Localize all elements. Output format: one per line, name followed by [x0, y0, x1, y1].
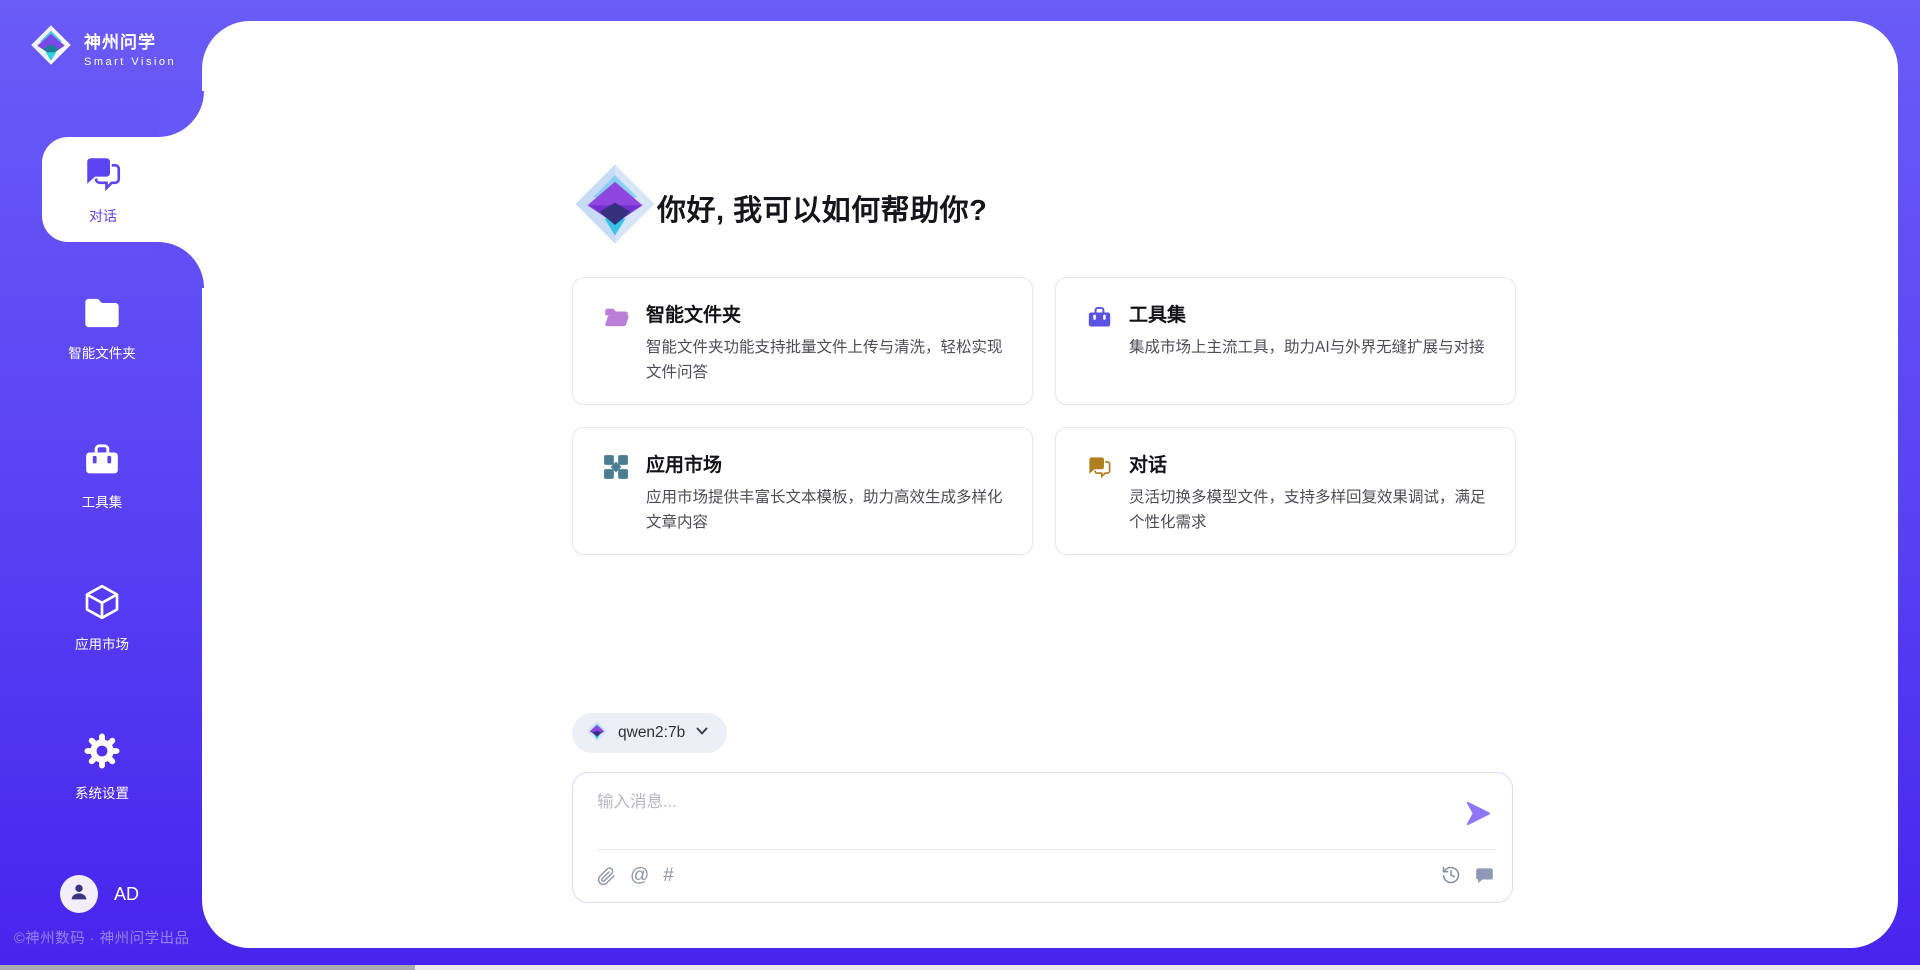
- grid-cube-icon: [603, 454, 629, 485]
- card-title: 工具集: [1129, 300, 1495, 327]
- card-app-market[interactable]: 应用市场 应用市场提供丰富长文本模板，助力高效生成多样化文章内容: [572, 427, 1033, 555]
- card-smart-folder[interactable]: 智能文件夹 智能文件夹功能支持批量文件上传与清洗，轻松实现文件问答: [572, 277, 1033, 405]
- gear-icon: [82, 731, 122, 774]
- card-title: 应用市场: [646, 450, 1012, 477]
- tab-fillet-top: [158, 91, 204, 137]
- sidebar-footer: ©神州数码 · 神州问学出品: [14, 927, 204, 948]
- mention-icon[interactable]: @: [630, 865, 649, 887]
- hashtag-icon[interactable]: #: [663, 865, 674, 887]
- feedback-bubble-icon[interactable]: [1475, 866, 1494, 885]
- card-desc: 灵活切换多模型文件，支持多样回复效果调试，满足个性化需求: [1129, 485, 1495, 535]
- tab-fillet-bottom: [158, 242, 204, 288]
- diamond-logo-icon: [586, 720, 608, 747]
- sidebar-item-label: 对话: [89, 206, 117, 226]
- model-selector[interactable]: qwen2:7b: [572, 713, 727, 753]
- cube-icon: [82, 582, 122, 625]
- sidebar-item-app-market[interactable]: 应用市场: [0, 582, 204, 653]
- composer-divider: [597, 849, 1496, 850]
- sidebar-item-chat[interactable]: 对话: [42, 137, 204, 242]
- message-input[interactable]: [573, 773, 1433, 839]
- sidebar-item-toolset[interactable]: 工具集: [0, 440, 204, 511]
- avatar[interactable]: [60, 875, 98, 913]
- card-chat[interactable]: 对话 灵活切换多模型文件，支持多样回复效果调试，满足个性化需求: [1055, 427, 1516, 555]
- paperclip-icon[interactable]: [597, 867, 616, 886]
- toolbox-icon: [82, 440, 122, 483]
- diamond-logo-icon: [30, 24, 72, 71]
- sidebar-item-settings[interactable]: 系统设置: [0, 731, 204, 802]
- person-icon: [68, 881, 90, 908]
- sidebar-item-label: 工具集: [82, 491, 123, 511]
- card-desc: 集成市场上主流工具，助力AI与外界无缝扩展与对接: [1129, 335, 1495, 360]
- sidebar-item-smart-folder[interactable]: 智能文件夹: [0, 295, 204, 362]
- chevron-down-icon: [695, 724, 709, 743]
- user-profile[interactable]: AD: [60, 875, 139, 913]
- sidebar-item-label: 智能文件夹: [68, 342, 136, 362]
- diamond-logo-icon: [573, 162, 657, 251]
- app-logo: 神州问学 Smart Vision: [30, 24, 176, 71]
- folder-icon: [82, 295, 122, 334]
- history-icon[interactable]: [1441, 865, 1461, 885]
- chat-bubbles-icon: [82, 153, 124, 200]
- folder-open-icon: [603, 304, 630, 334]
- card-toolset[interactable]: 工具集 集成市场上主流工具，助力AI与外界无缝扩展与对接: [1055, 277, 1516, 405]
- card-title: 智能文件夹: [646, 300, 1012, 327]
- greeting-title: 你好, 我可以如何帮助你?: [657, 187, 987, 229]
- chat-bubbles-icon: [1086, 454, 1113, 486]
- scrollbar-thumb[interactable]: [0, 965, 415, 970]
- app-title: 神州问学: [84, 28, 176, 53]
- message-composer: @ #: [572, 772, 1513, 903]
- card-title: 对话: [1129, 450, 1495, 477]
- briefcase-icon: [1086, 304, 1113, 336]
- app-subtitle: Smart Vision: [84, 56, 176, 68]
- send-arrow-icon[interactable]: [1465, 800, 1492, 832]
- user-name: AD: [114, 884, 139, 905]
- model-name: qwen2:7b: [618, 724, 685, 742]
- sidebar-item-label: 系统设置: [75, 782, 129, 802]
- card-desc: 应用市场提供丰富长文本模板，助力高效生成多样化文章内容: [646, 485, 1012, 535]
- horizontal-scrollbar[interactable]: [0, 965, 1920, 970]
- card-desc: 智能文件夹功能支持批量文件上传与清洗，轻松实现文件问答: [646, 335, 1012, 385]
- sidebar-item-label: 应用市场: [75, 633, 129, 653]
